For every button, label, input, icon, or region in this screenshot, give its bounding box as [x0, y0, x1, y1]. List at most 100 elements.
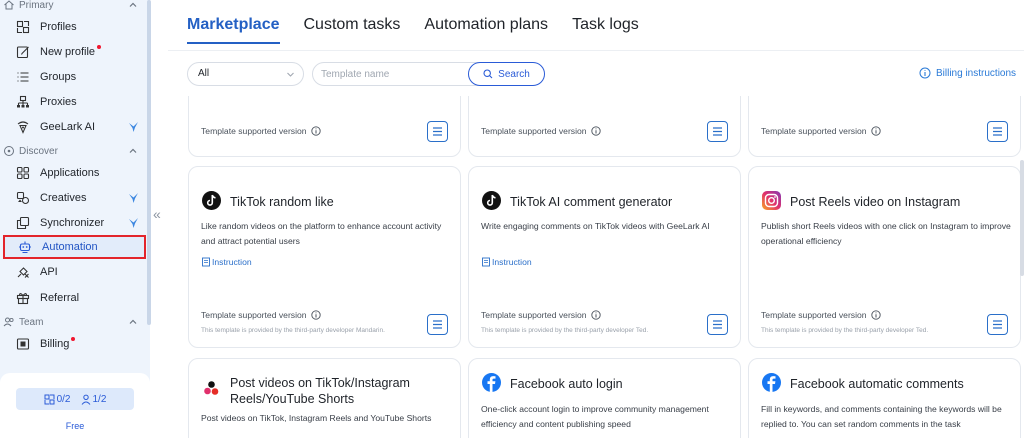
template-card[interactable]: Template supported version: [748, 96, 1021, 157]
api-icon: [17, 267, 29, 278]
billing-icon: [16, 338, 30, 350]
template-grid: Template supported version Template supp…: [168, 96, 1024, 438]
template-card[interactable]: Template supported version: [468, 96, 741, 157]
tab-marketplace[interactable]: Marketplace: [187, 16, 280, 44]
instruction-link[interactable]: Instruction: [201, 257, 252, 267]
profile-quota: 0/2: [44, 394, 71, 405]
quota-badge[interactable]: 0/2 1/2: [16, 388, 134, 410]
sidebar-item-label: GeeLark AI: [40, 121, 96, 133]
template-search-input[interactable]: [321, 67, 469, 81]
info-icon[interactable]: [590, 310, 601, 320]
template-detail-button[interactable]: [987, 314, 1008, 335]
provider-note: This template is provided by the third-p…: [761, 327, 929, 334]
edit-icon: [16, 46, 29, 59]
sidebar-item-billing[interactable]: Billing: [0, 332, 150, 356]
card-description: Fill in keywords, and comments containin…: [761, 404, 1002, 429]
category-select[interactable]: All: [187, 62, 304, 86]
gift-icon: [16, 293, 30, 305]
tiktok-icon: [202, 191, 221, 210]
sidebar-item-groups[interactable]: Groups: [0, 65, 150, 89]
provider-note: This template is provided by the third-p…: [201, 327, 385, 334]
template-detail-button[interactable]: [987, 121, 1008, 142]
sidebar-item-new-profile[interactable]: New profile: [0, 40, 150, 64]
content-scrollbar[interactable]: [1020, 160, 1024, 276]
info-icon[interactable]: [310, 310, 321, 320]
ai-robot-icon: [17, 121, 29, 134]
sidebar-item-applications[interactable]: Applications: [0, 161, 150, 185]
sidebar-item-label: Automation: [42, 241, 98, 253]
template-card-facebook-comments[interactable]: Facebook automatic comments Fill in keyw…: [748, 358, 1021, 438]
sidebar-item-label: Synchronizer: [40, 217, 105, 229]
template-card-post-videos[interactable]: Post videos on TikTok/Instagram Reels/Yo…: [188, 358, 461, 438]
search-button[interactable]: Search: [468, 62, 545, 86]
sidebar-item-referral[interactable]: Referral: [0, 286, 150, 310]
tab-automation-plans[interactable]: Automation plans: [424, 16, 548, 44]
tab-custom-tasks[interactable]: Custom tasks: [304, 16, 401, 44]
sidebar-item-label: Profiles: [40, 21, 77, 33]
info-icon[interactable]: [870, 126, 881, 136]
sidebar-item-automation[interactable]: Automation: [3, 235, 146, 259]
list-icon: [993, 320, 1002, 329]
template-detail-button[interactable]: [707, 314, 728, 335]
template-card-tiktok-ai-comment[interactable]: TikTok AI comment generator Write engagi…: [468, 166, 741, 348]
card-title: Facebook auto login: [510, 377, 623, 391]
supported-version: Template supported version: [481, 126, 601, 136]
info-icon[interactable]: [870, 310, 881, 320]
pin-icon[interactable]: [128, 217, 139, 229]
sidebar-item-label: Proxies: [40, 96, 77, 108]
section-team[interactable]: Team: [0, 315, 150, 331]
card-description: Publish short Reels videos with one clic…: [761, 221, 1011, 246]
pin-icon[interactable]: [128, 121, 139, 133]
sidebar-item-geelark-ai[interactable]: GeeLark AI: [0, 115, 150, 139]
chevron-up-icon[interactable]: [128, 317, 138, 327]
sidebar-item-creatives[interactable]: Creatives: [0, 186, 150, 210]
sidebar-item-synchronizer[interactable]: Synchronizer: [0, 211, 150, 235]
template-detail-button[interactable]: [707, 121, 728, 142]
card-title: TikTok AI comment generator: [510, 195, 673, 209]
sidebar-item-label: Creatives: [40, 192, 87, 204]
sidebar-item-label: Billing: [40, 337, 76, 350]
list-icon: [713, 320, 722, 329]
instagram-icon: [762, 191, 781, 210]
info-icon: [919, 67, 931, 79]
card-description: Like random videos on the platform to en…: [201, 221, 442, 246]
plan-name[interactable]: Free: [0, 421, 150, 431]
chevron-up-icon[interactable]: [128, 146, 138, 156]
section-primary[interactable]: Primary: [0, 0, 150, 14]
sidebar-item-label: API: [40, 266, 58, 278]
section-label: Primary: [19, 0, 54, 11]
section-discover[interactable]: Discover: [0, 144, 150, 160]
supported-version: Template supported version: [761, 126, 881, 136]
billing-instructions-link[interactable]: Billing instructions: [919, 67, 1016, 79]
template-detail-button[interactable]: [427, 314, 448, 335]
facebook-icon: [482, 373, 501, 392]
category-select-value: All: [198, 68, 210, 79]
sidebar-item-api[interactable]: API: [0, 260, 150, 284]
apps-grid-icon: [16, 166, 30, 180]
template-card-tiktok-random-like[interactable]: TikTok random like Like random videos on…: [188, 166, 461, 348]
document-icon: [202, 257, 210, 267]
card-title: Post Reels video on Instagram: [790, 195, 961, 209]
member-quota: 1/2: [81, 394, 106, 405]
list-icon: [433, 127, 442, 136]
pin-icon[interactable]: [128, 192, 139, 204]
home-icon: [4, 0, 14, 10]
list-icon: [713, 127, 722, 136]
sidebar-scrollbar[interactable]: [147, 0, 151, 325]
info-icon[interactable]: [590, 126, 601, 136]
sidebar-item-profiles[interactable]: Profiles: [0, 15, 150, 39]
sidebar-item-proxies[interactable]: Proxies: [0, 90, 150, 114]
template-card-instagram-reels[interactable]: Post Reels video on Instagram Publish sh…: [748, 166, 1021, 348]
instruction-link[interactable]: Instruction: [481, 257, 532, 267]
template-detail-button[interactable]: [427, 121, 448, 142]
tab-task-logs[interactable]: Task logs: [572, 16, 639, 44]
info-icon[interactable]: [310, 126, 321, 136]
multi-platform-icon: [204, 381, 219, 395]
collapse-sidebar-icon[interactable]: «: [153, 206, 161, 222]
template-card-facebook-auto-login[interactable]: Facebook auto login One-click account lo…: [468, 358, 741, 438]
app-window: Primary Profiles New profile Groups Prox…: [0, 0, 1024, 438]
facebook-icon: [762, 373, 781, 392]
chevron-up-icon[interactable]: [128, 0, 138, 10]
sidebar-item-label: Referral: [40, 292, 80, 304]
template-card[interactable]: Template supported version: [188, 96, 461, 157]
